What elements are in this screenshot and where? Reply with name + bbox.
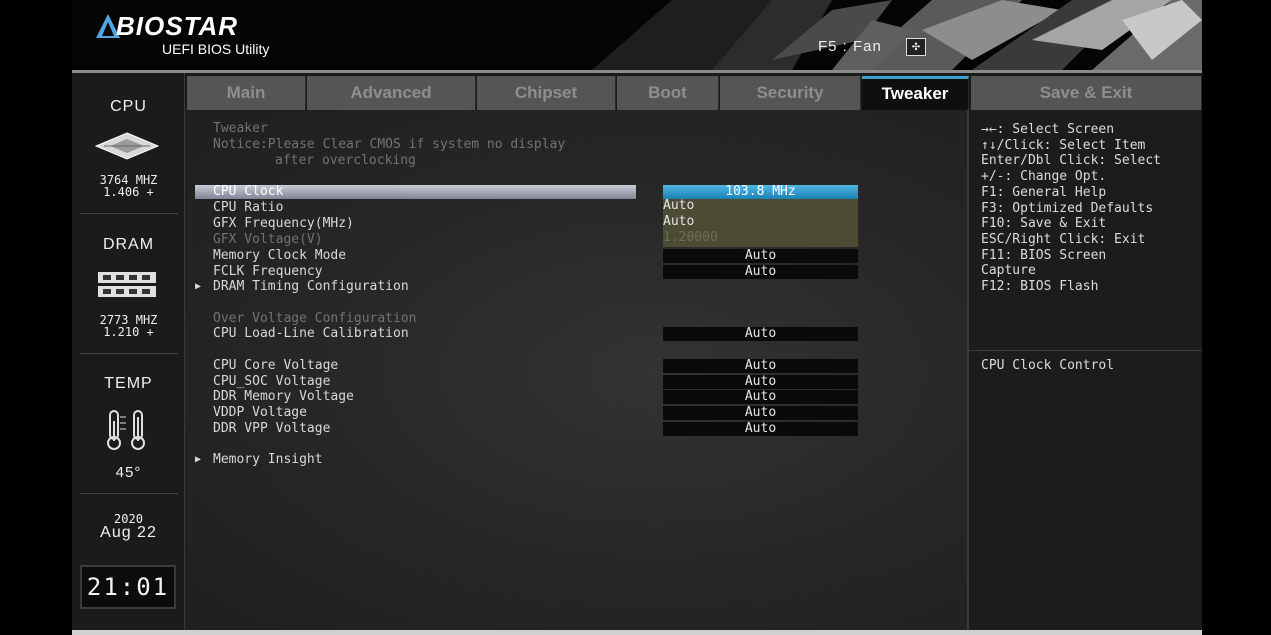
tab-chipset[interactable]: Chipset: [477, 76, 616, 110]
setting-vddp-voltage[interactable]: VDDP Voltage: [213, 405, 307, 421]
help-key-line: ESC/Right Click: Exit: [981, 231, 1146, 247]
cpu-ratio-value[interactable]: Auto: [663, 199, 858, 215]
tab-main[interactable]: Main: [187, 76, 306, 110]
temp-label: TEMP: [104, 375, 153, 392]
tab-bar: Main Advanced Chipset Boot Security Twea…: [185, 73, 1202, 110]
setting-cpu-core-voltage[interactable]: CPU Core Voltage: [213, 358, 338, 374]
help-key-line: Enter/Dbl Click: Select: [981, 153, 1162, 169]
tab-tweaker[interactable]: Tweaker: [862, 76, 969, 110]
gfx-frequency-value[interactable]: Auto: [663, 215, 858, 231]
cpu-llc-value[interactable]: Auto: [663, 327, 858, 341]
help-key-line: F11: BIOS Screen: [981, 247, 1107, 263]
setting-fclk-frequency[interactable]: FCLK Frequency: [213, 264, 323, 280]
notice-text: Notice:Please Clear CMOS if system no di…: [213, 137, 566, 152]
thermometer-icon: [107, 410, 145, 450]
header: BIOSTAR UEFI BIOS Utility F5 : Fan ✣: [72, 0, 1202, 70]
cpu-voltage: 1.406 +: [103, 185, 154, 199]
sidebar-divider: [80, 493, 178, 494]
help-key-line: F1: General Help: [981, 184, 1107, 200]
section-over-voltage: Over Voltage Configuration: [213, 311, 417, 326]
ddr-memory-voltage-value[interactable]: Auto: [663, 390, 858, 404]
setting-cpu-clock[interactable]: CPU Clock: [213, 184, 283, 200]
gfx-voltage-value: 1.20000: [663, 231, 858, 247]
help-key-line: F12: BIOS Flash: [981, 279, 1099, 294]
setting-cpu-ratio[interactable]: CPU Ratio: [213, 200, 283, 216]
submenu-arrow-icon: ▶: [195, 454, 202, 465]
notice-text-continued: after overclocking: [275, 153, 416, 168]
vddp-voltage-value[interactable]: Auto: [663, 406, 858, 420]
item-description: CPU Clock Control: [981, 358, 1115, 373]
footer-bar: [72, 630, 1202, 635]
fclk-frequency-value[interactable]: Auto: [663, 265, 858, 279]
clock: 21:01: [80, 565, 176, 609]
help-key-line: →←: Select Screen: [981, 122, 1115, 137]
submenu-arrow-icon: ▶: [195, 281, 202, 292]
ddr-vpp-voltage-value[interactable]: Auto: [663, 422, 858, 436]
setting-ddr-vpp-voltage[interactable]: DDR VPP Voltage: [213, 421, 330, 437]
setting-cpu-llc[interactable]: CPU Load-Line Calibration: [213, 326, 409, 342]
cpu-clock-value[interactable]: 103.8 MHz: [663, 185, 858, 199]
setting-memory-clock-mode[interactable]: Memory Clock Mode: [213, 248, 346, 264]
tab-security[interactable]: Security: [720, 76, 861, 110]
tab-save-exit[interactable]: Save & Exit: [971, 76, 1202, 110]
dram-label: DRAM: [102, 236, 155, 253]
fan-icon[interactable]: ✣: [906, 38, 926, 56]
cpu-core-voltage-value[interactable]: Auto: [663, 359, 858, 373]
settings-panel: Tweaker Notice:Please Clear CMOS if syst…: [185, 110, 969, 635]
setting-cpu-soc-voltage[interactable]: CPU_SOC Voltage: [213, 374, 330, 390]
help-key-line: F3: Optimized Defaults: [981, 200, 1154, 216]
dram-module-icon: [98, 272, 156, 297]
status-sidebar: CPU 3764 MHZ 1.406 + DRAM 2773 MHZ 1.210…: [72, 73, 185, 635]
sidebar-divider: [80, 213, 178, 214]
sidebar-divider: [80, 353, 178, 354]
bios-screen: BIOSTAR UEFI BIOS Utility F5 : Fan ✣ CPU…: [72, 0, 1202, 635]
cpu-soc-voltage-value[interactable]: Auto: [663, 375, 858, 389]
help-key-line: F10: Save & Exit: [981, 216, 1107, 232]
help-key-line: ↑↓/Click: Select Item: [981, 137, 1146, 153]
help-panel: →←: Select Screen ↑↓/Click: Select Item …: [969, 110, 1202, 635]
brand-subtitle: UEFI BIOS Utility: [162, 41, 270, 57]
cpu-label: CPU: [110, 98, 147, 115]
setting-gfx-voltage: GFX Voltage(V): [213, 232, 323, 247]
brand-name: BIOSTAR: [116, 11, 239, 41]
date-day: Aug 22: [100, 524, 157, 541]
setting-gfx-frequency[interactable]: GFX Frequency(MHz): [213, 216, 354, 232]
tab-advanced[interactable]: Advanced: [307, 76, 476, 110]
panel-title: Tweaker: [213, 121, 268, 136]
fan-shortcut-label[interactable]: F5 : Fan: [818, 38, 882, 55]
help-key-line: Capture: [981, 263, 1036, 279]
dram-voltage: 1.210 +: [103, 325, 154, 339]
help-key-line: +/-: Change Opt.: [981, 169, 1107, 185]
setting-ddr-memory-voltage[interactable]: DDR Memory Voltage: [213, 389, 354, 405]
cpu-chip-icon: [94, 132, 160, 160]
temp-value: 45°: [115, 464, 142, 481]
submenu-dram-timing[interactable]: DRAM Timing Configuration: [213, 279, 409, 295]
help-divider: [969, 350, 1202, 351]
tab-boot[interactable]: Boot: [617, 76, 719, 110]
memory-clock-mode-value[interactable]: Auto: [663, 249, 858, 263]
submenu-memory-insight[interactable]: Memory Insight: [213, 452, 323, 468]
